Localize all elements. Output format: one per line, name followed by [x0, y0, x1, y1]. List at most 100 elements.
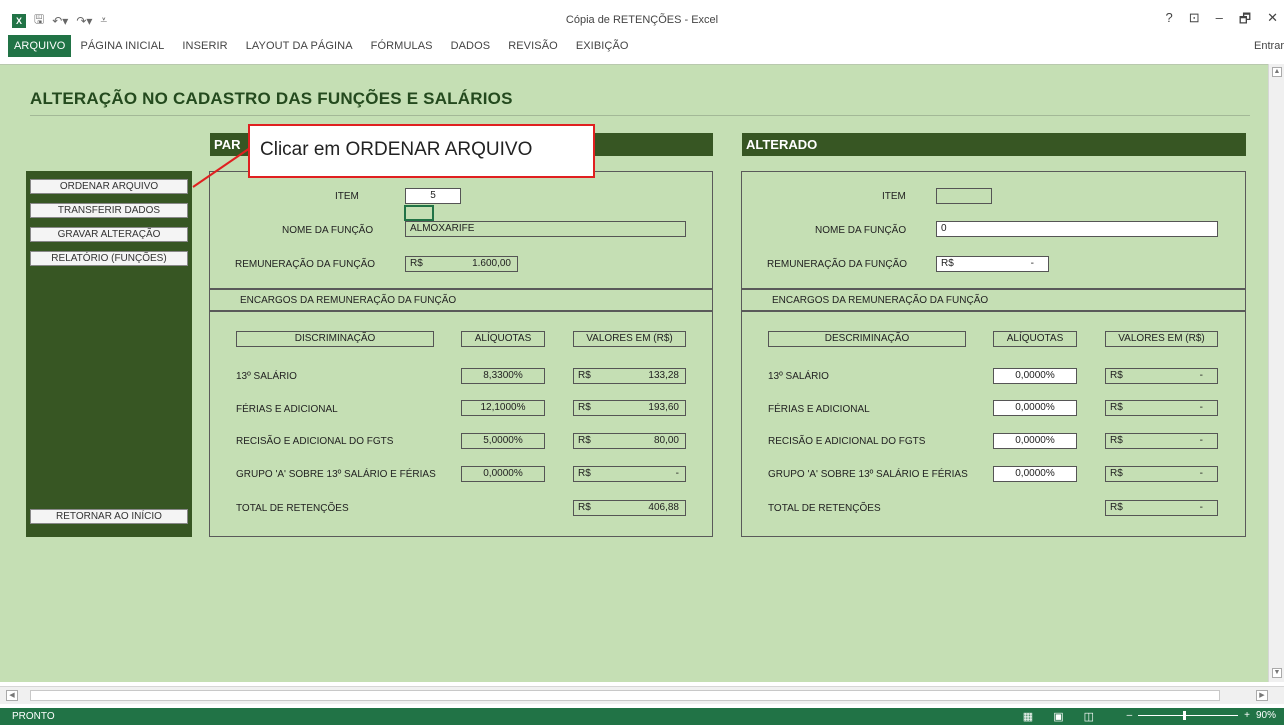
instruction-callout: Clicar em ORDENAR ARQUIVO — [248, 124, 595, 178]
left-col-discriminacao: DISCRIMINAÇÃO — [236, 331, 434, 347]
scroll-down-icon[interactable]: ▼ — [1272, 668, 1282, 678]
right-row-aliquota[interactable]: 0,0000% — [993, 466, 1077, 482]
left-nome-cell[interactable]: ALMOXARIFE — [405, 221, 686, 237]
left-row-valor[interactable]: R$ - — [573, 466, 686, 482]
tab-pagina-inicial[interactable]: PÁGINA INICIAL — [71, 35, 173, 57]
currency-label: R$ — [578, 435, 591, 446]
tab-formulas[interactable]: FÓRMULAS — [362, 35, 442, 57]
left-row-valor[interactable]: R$ 133,28 — [573, 368, 686, 384]
amount-value: 193,60 — [648, 402, 679, 413]
macro-sidebar: ORDENAR ARQUIVO TRANSFERIR DADOS GRAVAR … — [26, 171, 192, 537]
zoom-control: – + 90% — [1127, 710, 1276, 721]
left-row-valor[interactable]: R$ 80,00 — [573, 433, 686, 449]
left-row-aliquota[interactable]: 12,1000% — [461, 400, 545, 416]
horizontal-scroll-thumb[interactable] — [30, 690, 1220, 701]
right-nome-label: NOME DA FUNÇÃO — [815, 225, 907, 236]
title-bar: X 🖫 ↶▾ ↷▾ ⩡ Cópia de RETENÇÕES - Excel ?… — [0, 0, 1284, 34]
currency-label: R$ — [1110, 502, 1123, 513]
worksheet[interactable]: ALTERAÇÃO NO CADASTRO DAS FUNÇÕES E SALÁ… — [0, 64, 1268, 682]
tab-arquivo[interactable]: ARQUIVO — [8, 35, 72, 57]
amount-value: - — [675, 468, 679, 479]
transferir-dados-button[interactable]: TRANSFERIR DADOS — [30, 203, 188, 218]
amount-value: - — [1030, 258, 1034, 269]
view-buttons: ▦ ▣ ◫ — [1023, 710, 1094, 723]
currency-label: R$ — [578, 502, 591, 513]
amount-value: - — [1199, 402, 1203, 413]
zoom-slider[interactable] — [1138, 711, 1239, 720]
right-panel-header: ALTERADO — [742, 133, 1246, 156]
horizontal-scrollbar[interactable]: ◀ ▶ — [0, 686, 1284, 704]
tab-revisao[interactable]: REVISÃO — [499, 35, 567, 57]
zoom-level[interactable]: 90% — [1256, 710, 1276, 721]
page-layout-view-icon[interactable]: ▣ — [1053, 710, 1063, 723]
gravar-alteracao-button[interactable]: GRAVAR ALTERAÇÃO — [30, 227, 188, 242]
amount-value: - — [1199, 502, 1203, 513]
currency-label: R$ — [1110, 435, 1123, 446]
right-row-aliquota[interactable]: 0,0000% — [993, 400, 1077, 416]
ribbon-tabs: ARQUIVO PÁGINA INICIAL INSERIR LAYOUT DA… — [0, 34, 1284, 58]
left-row-aliquota[interactable]: 0,0000% — [461, 466, 545, 482]
amount-value: 133,28 — [648, 370, 679, 381]
amount-value: - — [1199, 435, 1203, 446]
currency-label: R$ — [578, 402, 591, 413]
left-total-valor[interactable]: R$ 406,88 — [573, 500, 686, 516]
left-remun-label: REMUNERAÇÃO DA FUNÇÃO — [235, 259, 376, 270]
page-break-view-icon[interactable]: ◫ — [1084, 710, 1094, 723]
relatorio-funcoes-button[interactable]: RELATÓRIO (FUNÇÕES) — [30, 251, 188, 266]
vertical-scrollbar[interactable]: ▲ ▼ — [1268, 64, 1284, 682]
status-bar: PRONTO ▦ ▣ ◫ – + 90% — [0, 708, 1284, 725]
amount-value: 80,00 — [653, 435, 679, 446]
right-row-valor[interactable]: R$ - — [1105, 368, 1218, 384]
tab-layout-da-pagina[interactable]: LAYOUT DA PÁGINA — [237, 35, 362, 57]
close-icon[interactable]: ✕ — [1267, 10, 1278, 32]
left-total-label: TOTAL DE RETENÇÕES — [236, 503, 349, 514]
amount-value: 1.600,00 — [472, 258, 511, 269]
minimize-icon[interactable]: – — [1216, 10, 1223, 32]
right-encargos-label: ENCARGOS DA REMUNERAÇÃO DA FUNÇÃO — [772, 295, 989, 306]
left-row-label: FÉRIAS E ADICIONAL — [236, 404, 338, 415]
right-col-descriminacao: DESCRIMINAÇÃO — [768, 331, 966, 347]
scroll-right-icon[interactable]: ▶ — [1256, 690, 1268, 701]
left-nome-label: NOME DA FUNÇÃO — [282, 225, 374, 236]
currency-label: R$ — [1110, 468, 1123, 479]
right-row-valor[interactable]: R$ - — [1105, 433, 1218, 449]
right-nome-cell[interactable]: 0 — [936, 221, 1218, 237]
left-row-valor[interactable]: R$ 193,60 — [573, 400, 686, 416]
restore-icon[interactable]: 🗗 — [1239, 10, 1251, 32]
right-row-label: FÉRIAS E ADICIONAL — [768, 404, 870, 415]
window-controls: ? ⊡ – 🗗 ✕ — [1166, 10, 1279, 32]
ribbon-display-icon[interactable]: ⊡ — [1189, 10, 1200, 32]
sign-in-link[interactable]: Entrar — [1254, 40, 1284, 52]
right-remun-label: REMUNERAÇÃO DA FUNÇÃO — [767, 259, 908, 270]
zoom-out-icon[interactable]: – — [1127, 710, 1133, 721]
right-item-cell[interactable] — [936, 188, 992, 204]
tab-exibicao[interactable]: EXIBIÇÃO — [567, 35, 638, 57]
left-remun-cell[interactable]: R$ 1.600,00 — [405, 256, 518, 272]
right-row-aliquota[interactable]: 0,0000% — [993, 368, 1077, 384]
left-row-aliquota[interactable]: 5,0000% — [461, 433, 545, 449]
retornar-inicio-button[interactable]: RETORNAR AO INÍCIO — [30, 509, 188, 524]
scroll-left-icon[interactable]: ◀ — [6, 690, 18, 701]
left-row-aliquota[interactable]: 8,3300% — [461, 368, 545, 384]
scroll-up-icon[interactable]: ▲ — [1272, 67, 1282, 77]
right-remun-cell[interactable]: R$ - — [936, 256, 1049, 272]
right-total-valor[interactable]: R$ - — [1105, 500, 1218, 516]
currency-label: R$ — [578, 370, 591, 381]
right-row-aliquota[interactable]: 0,0000% — [993, 433, 1077, 449]
right-col-valores: VALORES EM (R$) — [1105, 331, 1218, 347]
amount-value: 406,88 — [648, 502, 679, 513]
currency-label: R$ — [1110, 402, 1123, 413]
tab-inserir[interactable]: INSERIR — [173, 35, 236, 57]
tab-dados[interactable]: DADOS — [442, 35, 500, 57]
right-row-valor[interactable]: R$ - — [1105, 466, 1218, 482]
right-row-valor[interactable]: R$ - — [1105, 400, 1218, 416]
right-row-label: RECISÃO E ADICIONAL DO FGTS — [768, 436, 926, 447]
amount-value: - — [1199, 468, 1203, 479]
amount-value: - — [1199, 370, 1203, 381]
selected-cell-cursor — [404, 205, 434, 221]
zoom-in-icon[interactable]: + — [1244, 710, 1250, 721]
right-item-label: ITEM — [882, 191, 906, 202]
normal-view-icon[interactable]: ▦ — [1023, 710, 1033, 723]
zoom-slider-thumb[interactable] — [1183, 711, 1187, 720]
help-icon[interactable]: ? — [1166, 10, 1173, 32]
